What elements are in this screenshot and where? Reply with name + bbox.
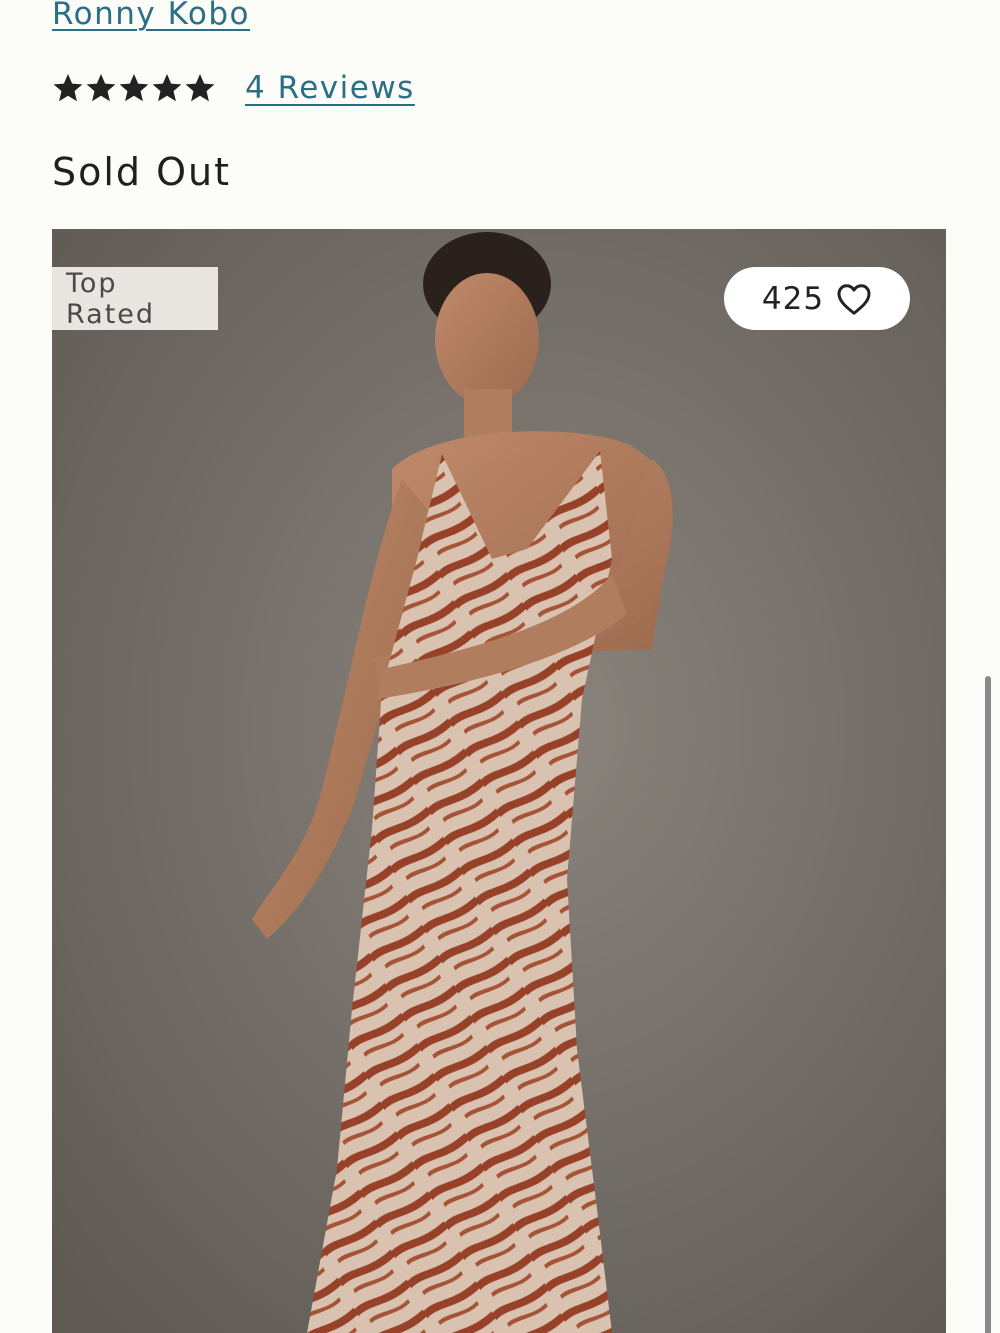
brand-link[interactable]: Ronny Kobo — [52, 0, 250, 34]
product-page: Ronny Kobo 4 Reviews Sold Out Top Rated … — [0, 0, 1000, 1333]
heart-outline-icon — [837, 283, 871, 315]
star-icon — [119, 74, 149, 102]
rating-row: 4 Reviews — [52, 66, 415, 110]
star-icon — [86, 74, 116, 102]
star-icon — [53, 74, 83, 102]
product-photo — [52, 229, 946, 1333]
favorites-count: 425 — [761, 280, 825, 317]
favorite-button[interactable]: 425 — [724, 267, 910, 330]
star-icon — [152, 74, 182, 102]
top-rated-badge: Top Rated — [52, 267, 218, 330]
reviews-link[interactable]: 4 Reviews — [245, 70, 415, 106]
product-image[interactable]: Top Rated 425 — [52, 229, 946, 1333]
star-icon — [185, 74, 215, 102]
availability-status: Sold Out — [52, 150, 232, 194]
star-rating — [52, 72, 217, 104]
scrollbar[interactable] — [985, 676, 991, 1333]
